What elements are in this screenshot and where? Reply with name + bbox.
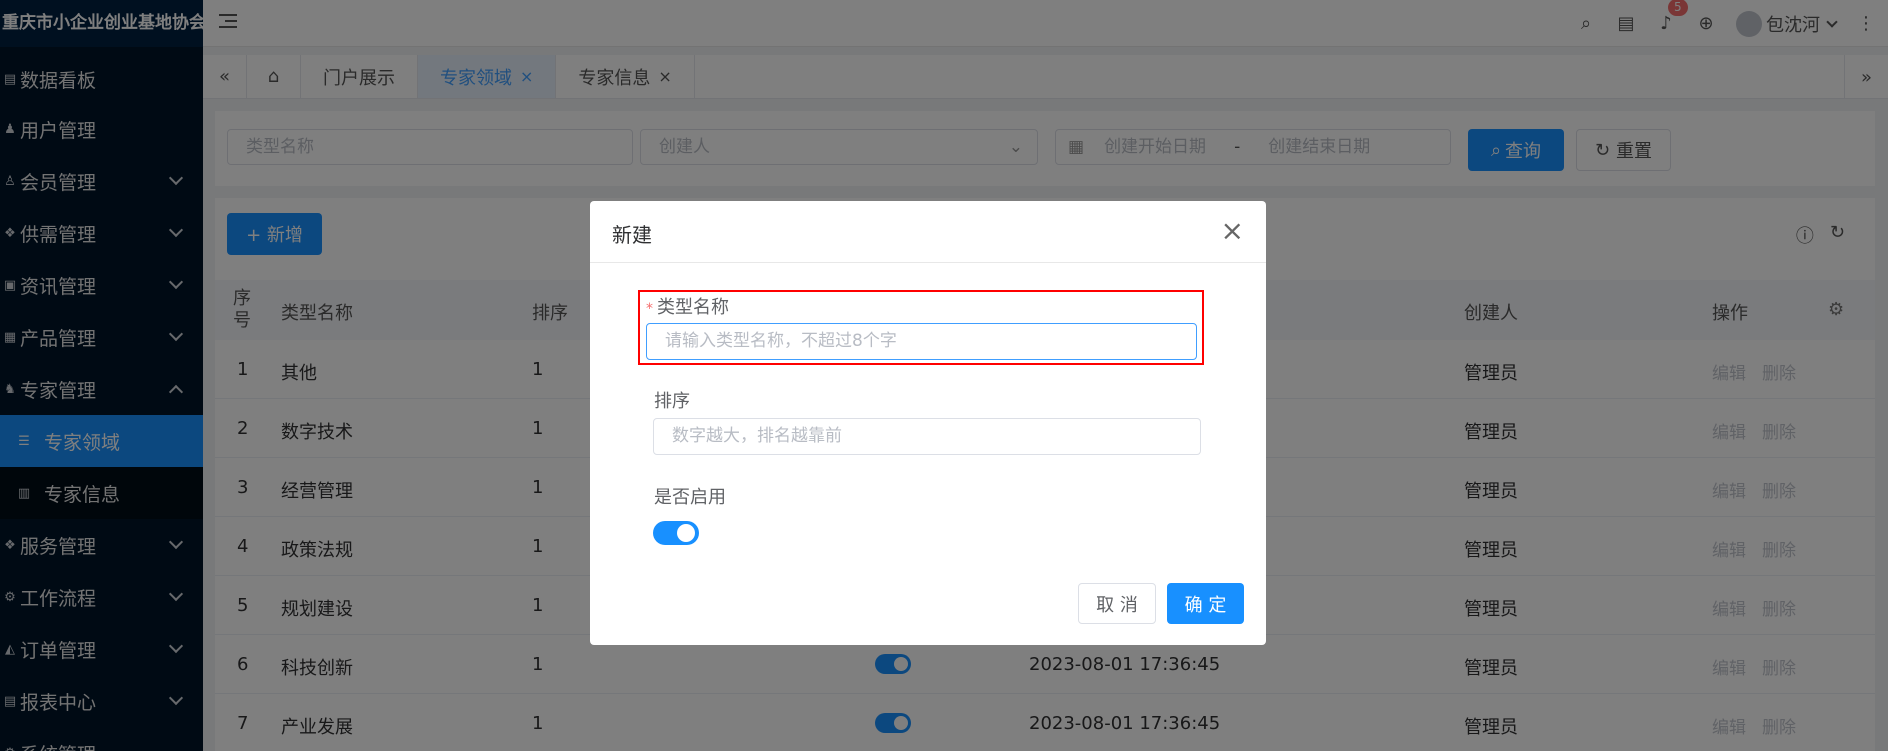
dialog-header: 新建 × — [590, 201, 1266, 263]
enabled-label: 是否启用 — [654, 487, 726, 508]
sort-input[interactable]: 数字越大，排名越靠前 — [653, 418, 1201, 455]
close-icon[interactable]: × — [1221, 217, 1244, 245]
create-dialog: 新建 × * 类型名称 请输入类型名称，不超过8个字 排序 数字越大，排名越靠前 … — [590, 201, 1266, 645]
enabled-toggle[interactable] — [653, 521, 699, 545]
type-name-label: * 类型名称 — [646, 297, 729, 318]
confirm-button[interactable]: 确 定 — [1167, 583, 1244, 624]
required-mark: * — [646, 301, 653, 317]
type-name-input[interactable]: 请输入类型名称，不超过8个字 — [646, 323, 1197, 360]
dialog-title: 新建 — [612, 223, 652, 247]
cancel-button[interactable]: 取 消 — [1078, 583, 1156, 624]
sort-label: 排序 — [654, 391, 690, 412]
